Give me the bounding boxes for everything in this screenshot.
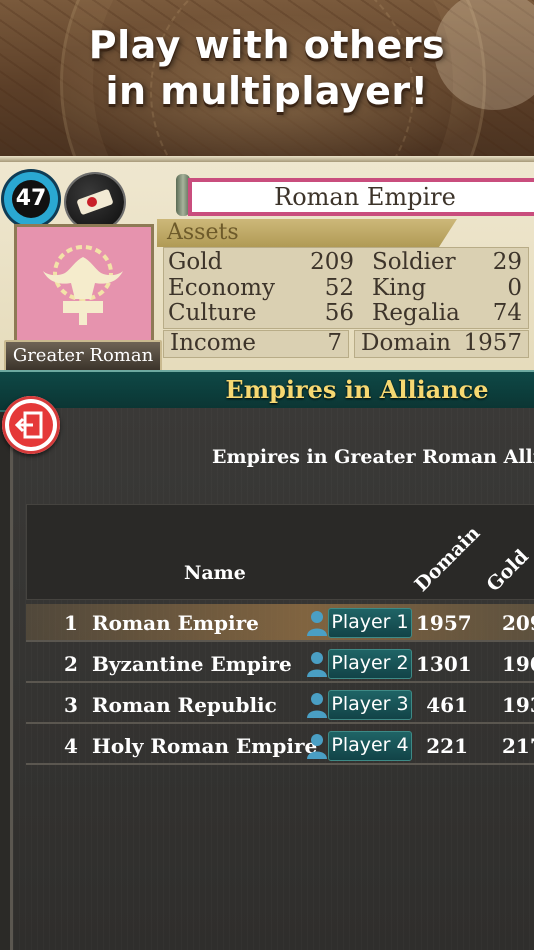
level-badge: 47	[4, 172, 58, 226]
banner-title: Play with others in multiplayer!	[0, 22, 534, 114]
player-tag[interactable]: Player 3	[328, 690, 412, 720]
person-icon	[307, 652, 327, 677]
row-domain: 461	[426, 693, 468, 717]
row-rank: 1	[64, 611, 78, 635]
income-label: Income	[170, 330, 257, 356]
row-domain: 221	[426, 734, 468, 758]
stat-king-value: 0	[507, 275, 522, 301]
domain-value: 1957	[463, 330, 522, 356]
row-empire-name: Roman Republic	[92, 693, 277, 717]
empire-title-scroll: Roman Empire	[176, 174, 534, 216]
player-tag[interactable]: Player 4	[328, 731, 412, 761]
scroll-icon[interactable]	[66, 174, 124, 230]
row-gold: 190	[502, 652, 534, 676]
stat-economy-label: Economy	[168, 275, 275, 301]
player-tag[interactable]: Player 2	[328, 649, 412, 679]
row-rank: 3	[64, 693, 78, 717]
stat-culture-label: Culture	[168, 300, 257, 326]
banner-line-1: Play with others	[88, 23, 446, 67]
stat-soldier-label: Soldier	[372, 249, 456, 275]
promo-banner: Play with others in multiplayer!	[0, 0, 534, 158]
stat-economy-value: 52	[324, 275, 354, 301]
person-icon	[307, 611, 327, 636]
back-button[interactable]	[2, 396, 60, 454]
alliance-subtitle: Empires in Greater Roman Alliance	[212, 446, 534, 468]
row-domain: 1301	[416, 652, 472, 676]
table-row[interactable]: 2 Byzantine Empire Player 2 1301 190	[26, 645, 534, 683]
assets-header: Assets	[157, 219, 457, 247]
column-header-name[interactable]: Name	[184, 562, 246, 584]
stat-gold-value: 209	[310, 249, 354, 275]
domain-label: Domain	[361, 330, 451, 356]
row-empire-name: Holy Roman Empire	[92, 734, 318, 758]
alliance-name-label: Greater Roman	[4, 340, 162, 372]
table-row[interactable]: 4 Holy Roman Empire Player 4 221 217	[26, 727, 534, 765]
table-row[interactable]: 3 Roman Republic Player 3 461 193	[26, 686, 534, 724]
player-tag[interactable]: Player 1	[328, 608, 412, 638]
empire-name: Roman Empire	[188, 178, 534, 216]
stat-regalia-value: 74	[492, 300, 522, 326]
stat-soldier-value: 29	[492, 249, 522, 275]
person-icon	[307, 693, 327, 718]
empire-emblem	[14, 224, 154, 348]
eagle-emblem-icon	[43, 245, 123, 325]
stat-king-label: King	[372, 275, 427, 301]
stat-culture-value: 56	[324, 300, 354, 326]
income-value: 7	[327, 330, 342, 356]
table-row[interactable]: 1 Roman Empire Player 1 1957 209	[26, 604, 534, 642]
row-gold: 193	[502, 693, 534, 717]
stat-regalia-label: Regalia	[372, 300, 460, 326]
banner-line-2: in multiplayer!	[105, 69, 429, 113]
row-rank: 2	[64, 652, 78, 676]
panel-title: Empires in Alliance	[225, 375, 489, 404]
exit-door-icon	[14, 411, 43, 439]
row-domain: 1957	[416, 611, 472, 635]
row-empire-name: Byzantine Empire	[92, 652, 292, 676]
row-empire-name: Roman Empire	[92, 611, 259, 635]
row-gold: 209	[502, 611, 534, 635]
stat-gold-label: Gold	[168, 249, 223, 275]
row-rank: 4	[64, 734, 78, 758]
level-value: 47	[12, 180, 50, 218]
person-icon	[307, 734, 327, 759]
row-gold: 217	[502, 734, 534, 758]
